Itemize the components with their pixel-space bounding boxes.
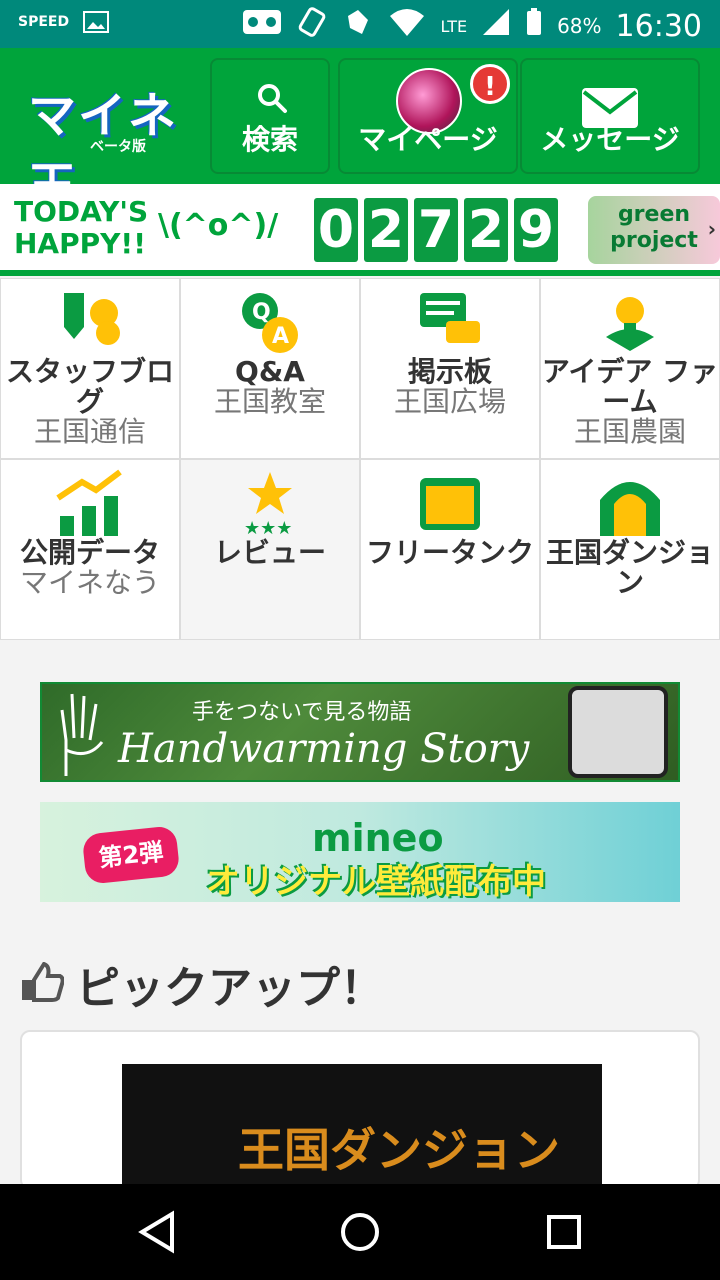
dungeon-door-icon bbox=[594, 468, 666, 540]
pickup-image-text: 王国ダンジョン bbox=[238, 1123, 560, 1177]
image-icon bbox=[83, 10, 111, 34]
grid-item-title: スタッフブログ 王国通信 bbox=[5, 355, 174, 448]
grid-item-title: 王国ダンジョン bbox=[545, 536, 714, 599]
lightbulb-plant-icon bbox=[594, 287, 666, 359]
search-label: 検索 bbox=[241, 123, 298, 156]
pickup-title: ピックアップ！ bbox=[76, 963, 384, 1014]
grid-item-title: レビュー bbox=[213, 536, 326, 569]
speed-app-icon: SPEED bbox=[18, 14, 70, 30]
logo-sub: ベータ版 bbox=[90, 139, 146, 155]
notification-badge: ! bbox=[470, 64, 510, 104]
grid-item-title: 掲示板 王国広場 bbox=[393, 355, 506, 418]
wifi-icon bbox=[388, 6, 426, 46]
chart-icon bbox=[54, 468, 126, 540]
battery-icon bbox=[525, 7, 543, 45]
lte-label: LTE bbox=[440, 16, 468, 36]
recents-icon[interactable] bbox=[540, 1208, 588, 1256]
banner-text: オリジナル壁紙配布中 bbox=[206, 862, 546, 902]
search-button[interactable]: 検索 bbox=[210, 58, 330, 174]
grid-item-board[interactable]: 掲示板 王国広場 bbox=[360, 278, 540, 459]
feature-grid: スタッフブログ 王国通信 QA Q&A 王国教室 掲示板 王国広場 アイデア ファーム… bbox=[0, 278, 720, 640]
home-icon[interactable] bbox=[336, 1208, 384, 1256]
banner-subtitle: 手をつないで見る物語 bbox=[192, 700, 412, 725]
board-icon bbox=[414, 287, 486, 359]
grid-item-title: フリータンク bbox=[365, 536, 534, 569]
hand-icon bbox=[58, 690, 106, 782]
search-icon bbox=[256, 82, 288, 118]
grid-item-dungeon[interactable]: 王国ダンジョン bbox=[540, 459, 720, 640]
grid-item-staff-blog[interactable]: スタッフブログ 王国通信 bbox=[0, 278, 180, 459]
wallpaper-banner[interactable]: 第2弾 mineo オリジナル壁紙配布中 bbox=[40, 802, 680, 902]
signal-icon bbox=[481, 7, 511, 45]
pickup-heading: ピックアップ！ bbox=[18, 952, 384, 1016]
status-bar: SPEED LTE 68% 16:30 bbox=[0, 0, 720, 48]
grid-item-title: 公開データ マイネなう bbox=[19, 536, 160, 599]
grid-item-public-data[interactable]: 公開データ マイネなう bbox=[0, 459, 180, 640]
message-button[interactable]: メッセージ bbox=[520, 58, 700, 174]
grid-item-review[interactable]: ★★★ レビュー bbox=[180, 459, 360, 640]
handwarming-story-banner[interactable]: 手をつないで見る物語 Handwarming Story bbox=[40, 682, 680, 782]
pen-chat-icon bbox=[54, 287, 126, 359]
stars-icon: ★★★ bbox=[234, 468, 306, 540]
clock: 16:30 bbox=[615, 8, 702, 44]
green-project-link[interactable]: green project › bbox=[588, 196, 720, 264]
svg-text:Q: Q bbox=[252, 300, 271, 325]
mypage-label: マイページ bbox=[358, 123, 498, 156]
grid-item-free-tank[interactable]: フリータンク bbox=[360, 459, 540, 640]
todays-happy-title: TODAY'S HAPPY!! bbox=[14, 195, 149, 260]
grid-item-title: アイデア ファーム 王国農園 bbox=[541, 355, 719, 448]
grid-item-idea-farm[interactable]: アイデア ファーム 王国農園 bbox=[540, 278, 720, 459]
chevron-right-icon: › bbox=[707, 217, 716, 241]
pickup-card[interactable]: 王国ダンジョン bbox=[20, 1030, 700, 1224]
svg-text:A: A bbox=[272, 324, 289, 349]
qa-icon: QA bbox=[234, 287, 306, 359]
phone-image bbox=[568, 686, 668, 778]
banner-tag: 第2弾 bbox=[81, 825, 181, 885]
counter-digit: 2 bbox=[364, 198, 408, 262]
mypage-button[interactable]: ! マイページ bbox=[338, 58, 518, 174]
app-icon bbox=[342, 6, 374, 46]
app-header: マイネ王 ベータ版 検索 ! マイページ メッセージ bbox=[0, 48, 720, 214]
counter-digit: 7 bbox=[414, 198, 458, 262]
logo[interactable]: マイネ王 ベータ版 bbox=[28, 76, 198, 214]
happy-counter: 0 2 7 2 9 bbox=[314, 198, 558, 262]
counter-digit: 0 bbox=[314, 198, 358, 262]
tank-icon bbox=[414, 468, 486, 540]
grid-item-qa[interactable]: QA Q&A 王国教室 bbox=[180, 278, 360, 459]
banner-title: Handwarming Story bbox=[118, 726, 530, 772]
vibrate-icon bbox=[296, 6, 328, 46]
battery-percent: 68% bbox=[557, 14, 602, 38]
navigation-bar bbox=[0, 1184, 720, 1280]
counter-digit: 9 bbox=[514, 198, 558, 262]
back-icon[interactable] bbox=[134, 1208, 182, 1256]
voicemail-icon bbox=[242, 8, 282, 44]
happy-face-text: \(^o^)/ bbox=[158, 208, 279, 243]
grid-item-title: Q&A 王国教室 bbox=[213, 355, 326, 418]
todays-happy-bar[interactable]: TODAY'S HAPPY!! \(^o^)/ 0 2 7 2 9 green … bbox=[0, 184, 720, 276]
counter-digit: 2 bbox=[464, 198, 508, 262]
message-label: メッセージ bbox=[540, 123, 680, 156]
thumbs-up-icon bbox=[18, 961, 65, 1006]
